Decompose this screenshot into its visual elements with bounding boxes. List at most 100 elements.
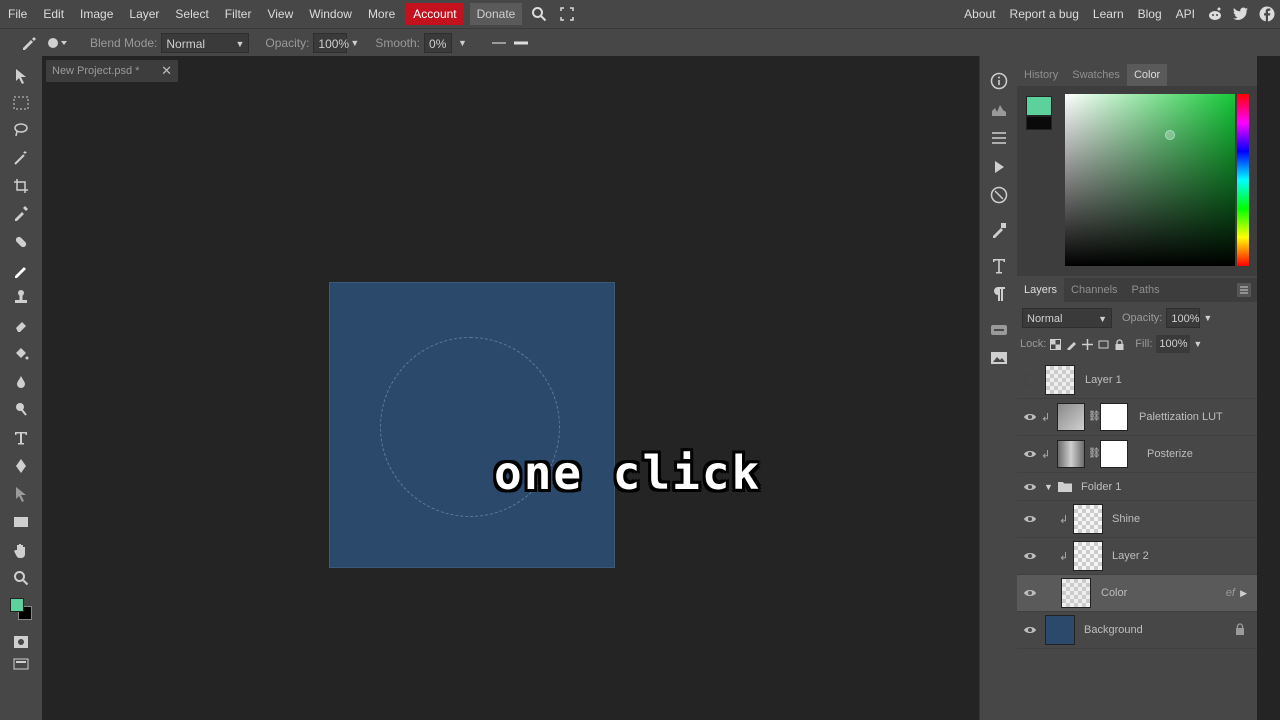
layer-row-background[interactable]: Background: [1017, 612, 1257, 649]
css-icon[interactable]: [989, 320, 1009, 340]
report-bug-link[interactable]: Report a bug: [1003, 0, 1086, 28]
eye-icon[interactable]: [1023, 410, 1037, 424]
smooth-input[interactable]: 0%: [424, 32, 453, 53]
canvas[interactable]: [329, 282, 615, 568]
chain-link-icon[interactable]: ⛓: [1088, 448, 1101, 459]
navigator-icon[interactable]: [989, 185, 1009, 205]
text-tool-icon[interactable]: [11, 428, 31, 448]
layer-effects-badge[interactable]: ef: [1226, 587, 1235, 599]
color-swatches[interactable]: [10, 598, 34, 622]
lock-pixels-icon[interactable]: [1066, 339, 1077, 350]
menu-filter[interactable]: Filter: [217, 0, 260, 28]
hue-slider[interactable]: [1237, 94, 1249, 266]
foreground-color-swatch[interactable]: [1026, 96, 1052, 116]
layer-opacity-dropdown-icon[interactable]: ▼: [1203, 313, 1212, 323]
brush-settings-icon[interactable]: [989, 220, 1009, 240]
magic-wand-tool-icon[interactable]: [11, 148, 31, 168]
brush-preset-picker[interactable]: [46, 36, 68, 50]
brush-tool-icon[interactable]: [18, 36, 42, 50]
healing-brush-tool-icon[interactable]: [11, 232, 31, 252]
brush-tool-icon[interactable]: [11, 260, 31, 280]
menu-view[interactable]: View: [259, 0, 301, 28]
background-color-swatch[interactable]: [1026, 116, 1052, 130]
menu-select[interactable]: Select: [167, 0, 216, 28]
screen-mode-icon[interactable]: [11, 654, 31, 674]
menu-window[interactable]: Window: [301, 0, 360, 28]
menu-edit[interactable]: Edit: [35, 0, 72, 28]
blend-mode-select[interactable]: Normal ▼: [161, 32, 250, 53]
lock-transparency-icon[interactable]: [1050, 338, 1062, 350]
api-link[interactable]: API: [1169, 0, 1202, 28]
smooth-dropdown-icon[interactable]: ▼: [458, 38, 467, 48]
color-picker-handle[interactable]: [1165, 130, 1175, 140]
character-icon[interactable]: [989, 256, 1009, 276]
lock-icon[interactable]: [1235, 622, 1245, 638]
blur-tool-icon[interactable]: [11, 372, 31, 392]
move-tool-icon[interactable]: [11, 66, 31, 86]
layer-row-posterize[interactable]: ↲ ⛓ Posterize: [1017, 436, 1257, 473]
twitter-icon[interactable]: [1228, 0, 1254, 28]
paragraph-icon[interactable]: [989, 284, 1009, 304]
lasso-tool-icon[interactable]: [11, 120, 31, 140]
color-picker-field[interactable]: [1065, 94, 1235, 266]
foreground-color-swatch[interactable]: [10, 598, 24, 612]
fullscreen-icon[interactable]: [553, 0, 581, 28]
eye-icon[interactable]: [1023, 447, 1037, 461]
close-icon[interactable]: ✕: [161, 60, 172, 82]
quick-mask-icon[interactable]: [11, 632, 31, 652]
blog-link[interactable]: Blog: [1131, 0, 1169, 28]
image-icon[interactable]: [989, 348, 1009, 368]
document-tab[interactable]: New Project.psd * ✕: [46, 60, 178, 82]
eye-icon[interactable]: [1023, 586, 1037, 600]
layer-row-color[interactable]: Color ef ▶: [1017, 575, 1257, 612]
tab-color[interactable]: Color: [1126, 64, 1168, 86]
eyedropper-tool-icon[interactable]: [11, 203, 31, 223]
chain-link-icon[interactable]: ⛓: [1088, 411, 1101, 422]
lock-position-icon[interactable]: [1082, 338, 1094, 350]
eye-icon[interactable]: [1023, 512, 1037, 526]
layer-mask-thumbnail[interactable]: [1100, 403, 1128, 431]
hand-tool-icon[interactable]: [11, 540, 31, 560]
pressure-opacity-icon[interactable]: [513, 38, 529, 48]
tab-channels[interactable]: Channels: [1064, 278, 1124, 302]
account-button[interactable]: Account: [406, 3, 464, 25]
eye-icon[interactable]: [1023, 623, 1037, 637]
layer-row-layer-1[interactable]: Layer 1: [1017, 362, 1257, 399]
marquee-tool-icon[interactable]: [11, 93, 31, 113]
histogram-icon[interactable]: [989, 100, 1009, 120]
opacity-input[interactable]: 100%: [313, 32, 349, 53]
search-icon[interactable]: [525, 0, 553, 28]
opacity-dropdown-icon[interactable]: ▼: [350, 38, 359, 48]
learn-link[interactable]: Learn: [1086, 0, 1131, 28]
layer-row-shine[interactable]: ↲ Shine: [1017, 501, 1257, 538]
menu-file[interactable]: File: [0, 0, 35, 28]
zoom-tool-icon[interactable]: [11, 568, 31, 588]
lock-all-icon[interactable]: [1114, 338, 1125, 350]
layer-opacity-input[interactable]: 100%: [1166, 308, 1201, 328]
pressure-size-icon[interactable]: [491, 38, 507, 48]
info-icon[interactable]: [989, 71, 1009, 91]
pen-tool-icon[interactable]: [11, 456, 31, 476]
actions-play-icon[interactable]: [989, 157, 1009, 177]
properties-icon[interactable]: [989, 128, 1009, 148]
tab-paths[interactable]: Paths: [1125, 278, 1167, 302]
tab-layers[interactable]: Layers: [1017, 278, 1065, 302]
eraser-tool-icon[interactable]: [11, 316, 31, 336]
layer-row-folder-1[interactable]: ▼ Folder 1: [1017, 473, 1257, 501]
fill-tool-icon[interactable]: [11, 344, 31, 364]
layer-row-layer-2[interactable]: ↲ Layer 2: [1017, 538, 1257, 575]
donate-button[interactable]: Donate: [469, 3, 523, 25]
shape-tool-icon[interactable]: [11, 512, 31, 532]
layer-mask-thumbnail[interactable]: [1100, 440, 1128, 468]
tab-history[interactable]: History: [1017, 64, 1065, 86]
effects-expand-icon[interactable]: ▶: [1240, 588, 1247, 599]
path-select-tool-icon[interactable]: [11, 484, 31, 504]
facebook-icon[interactable]: [1254, 0, 1280, 28]
panel-menu-icon[interactable]: [1237, 283, 1251, 297]
fill-input[interactable]: 100%: [1156, 335, 1191, 353]
eye-icon[interactable]: [1023, 480, 1037, 494]
reddit-icon[interactable]: [1202, 0, 1228, 28]
menu-layer[interactable]: Layer: [121, 0, 167, 28]
lock-artboard-icon[interactable]: [1098, 339, 1109, 350]
folder-expand-icon[interactable]: ▼: [1044, 482, 1053, 492]
